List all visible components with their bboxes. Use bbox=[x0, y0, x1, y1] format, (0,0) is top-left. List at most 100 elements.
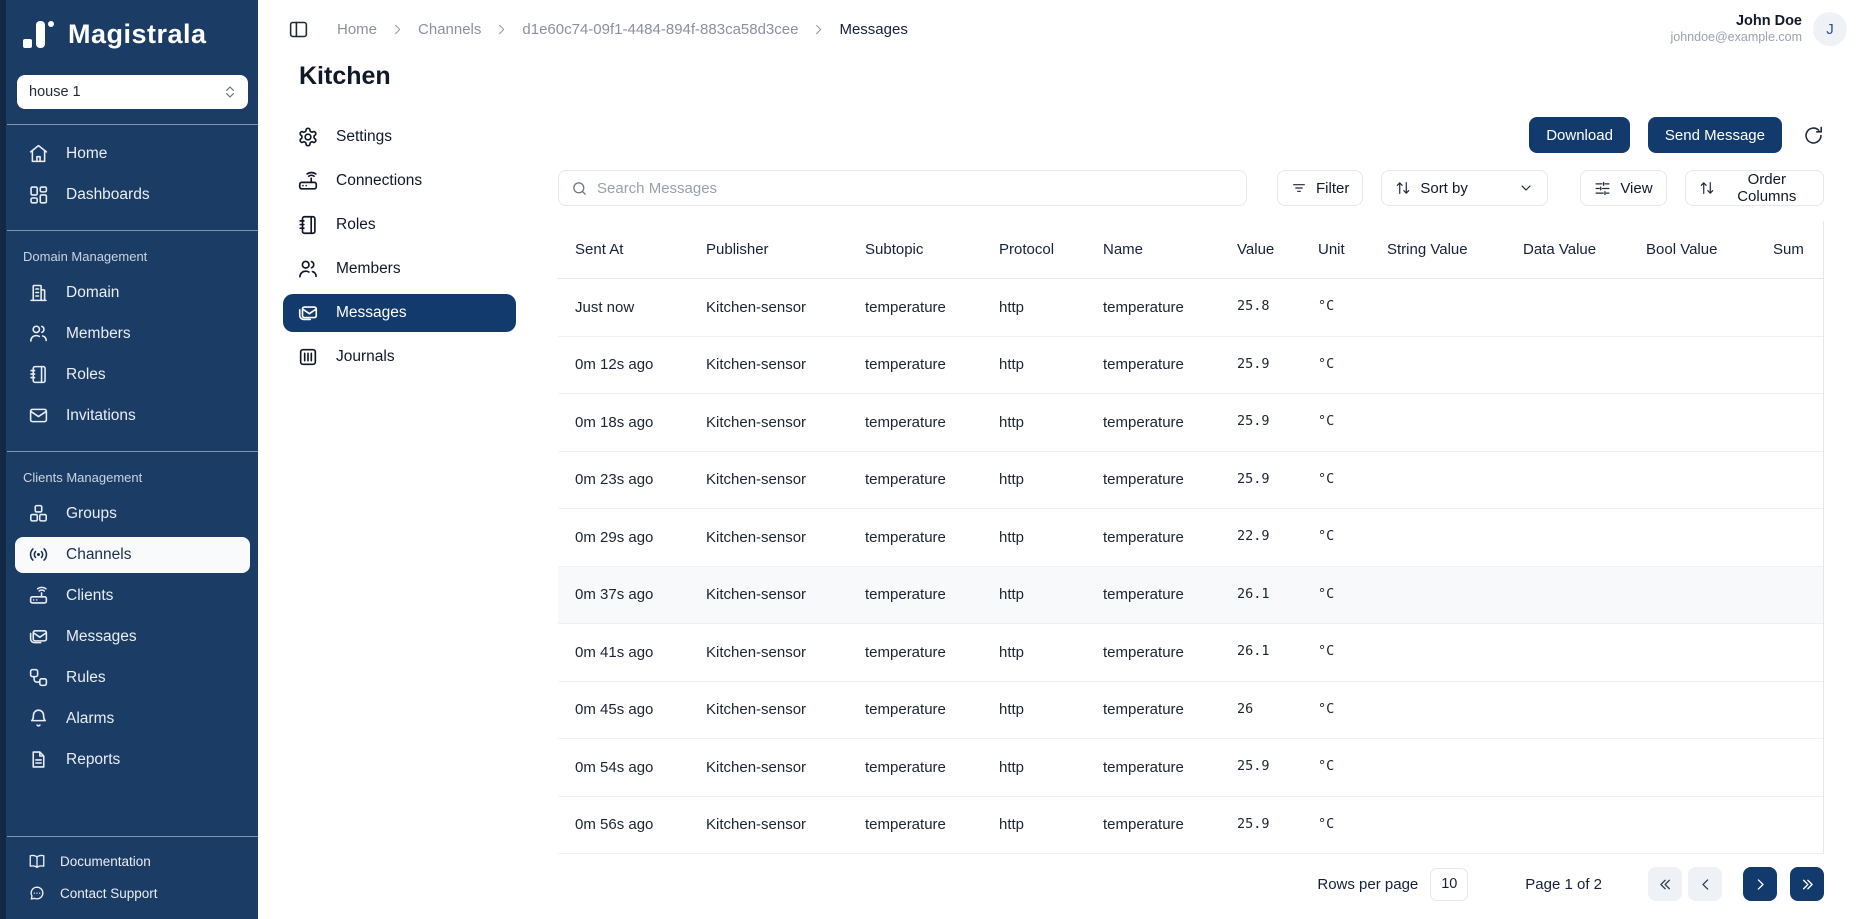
cell-subtopic: temperature bbox=[848, 452, 982, 509]
avatar[interactable]: J bbox=[1813, 12, 1847, 46]
previous-page-button[interactable] bbox=[1688, 867, 1722, 901]
radio-icon bbox=[27, 544, 49, 565]
table-row[interactable]: Just now Kitchen-sensor temperature http… bbox=[558, 279, 1823, 337]
column-header[interactable]: Protocol bbox=[982, 221, 1086, 278]
sidebar-item-messages[interactable]: Messages bbox=[15, 619, 250, 655]
cell-bool-value bbox=[1629, 337, 1756, 394]
sidebar-item-documentation[interactable]: Documentation bbox=[15, 847, 250, 875]
cell-subtopic: temperature bbox=[848, 279, 982, 336]
cell-sent-at: 0m 23s ago bbox=[558, 452, 689, 509]
sort-by-dropdown[interactable]: Sort by bbox=[1381, 170, 1548, 206]
sidebar-scrollbar[interactable] bbox=[0, 0, 6, 919]
table-row[interactable]: 0m 12s ago Kitchen-sensor temperature ht… bbox=[558, 337, 1823, 395]
sidebar-item-roles[interactable]: Roles bbox=[15, 357, 250, 393]
message-circle-icon bbox=[27, 884, 46, 902]
column-header[interactable]: Sent At bbox=[558, 221, 689, 278]
cell-subtopic: temperature bbox=[848, 509, 982, 566]
chevron-left-icon bbox=[1697, 876, 1714, 893]
sidebar-item-rules[interactable]: Rules bbox=[15, 660, 250, 696]
sidebar-item-domain[interactable]: Domain bbox=[15, 275, 250, 311]
download-button[interactable]: Download bbox=[1529, 117, 1630, 153]
router-icon bbox=[27, 585, 49, 606]
column-header[interactable]: String Value bbox=[1370, 221, 1506, 278]
table-row[interactable]: 0m 23s ago Kitchen-sensor temperature ht… bbox=[558, 452, 1823, 510]
subnav-item-connections[interactable]: Connections bbox=[283, 162, 516, 200]
view-button[interactable]: View bbox=[1580, 170, 1666, 206]
sidebar-item-alarms[interactable]: Alarms bbox=[15, 701, 250, 737]
cell-publisher: Kitchen-sensor bbox=[689, 394, 848, 451]
subnav-item-messages[interactable]: Messages bbox=[283, 294, 516, 332]
breadcrumb: Home Channels d1e60c74-09f1-4484-894f-88… bbox=[337, 21, 908, 38]
chevrons-left-icon bbox=[1657, 876, 1674, 893]
sidebar-clients-nav: Groups Channels Clients Messages bbox=[7, 493, 258, 780]
sidebar-domain-nav: Domain Members Roles Invitations bbox=[7, 272, 258, 436]
breadcrumb-item-channels: Channels bbox=[418, 21, 522, 38]
cell-publisher: Kitchen-sensor bbox=[689, 452, 848, 509]
table-row[interactable]: 0m 45s ago Kitchen-sensor temperature ht… bbox=[558, 682, 1823, 740]
column-header[interactable]: Subtopic bbox=[848, 221, 982, 278]
cell-value: 25.9 bbox=[1220, 336, 1301, 393]
table-row[interactable]: 0m 18s ago Kitchen-sensor temperature ht… bbox=[558, 394, 1823, 452]
cell-subtopic: temperature bbox=[848, 337, 982, 394]
cell-unit: °C bbox=[1301, 623, 1370, 680]
column-header[interactable]: Value bbox=[1220, 221, 1301, 278]
order-columns-button[interactable]: Order Columns bbox=[1685, 170, 1824, 206]
cell-value: 25.9 bbox=[1220, 738, 1301, 795]
user-meta: John Doe johndoe@example.com bbox=[1670, 13, 1802, 44]
cell-bool-value bbox=[1629, 452, 1756, 509]
column-header[interactable]: Name bbox=[1086, 221, 1220, 278]
cell-subtopic: temperature bbox=[848, 682, 982, 739]
sidebar-item-invitations[interactable]: Invitations bbox=[15, 398, 250, 434]
table-row[interactable]: 0m 56s ago Kitchen-sensor temperature ht… bbox=[558, 797, 1823, 855]
table-row[interactable]: 0m 41s ago Kitchen-sensor temperature ht… bbox=[558, 624, 1823, 682]
sidebar-item-members[interactable]: Members bbox=[15, 316, 250, 352]
workspace-selector[interactable]: house 1 bbox=[17, 75, 248, 109]
cell-protocol: http bbox=[982, 452, 1086, 509]
rows-per-page-input[interactable] bbox=[1430, 868, 1468, 901]
column-header[interactable]: Publisher bbox=[689, 221, 848, 278]
sidebar-item-groups[interactable]: Groups bbox=[15, 496, 250, 532]
sidebar-item-home[interactable]: Home bbox=[15, 136, 250, 172]
cell-data-value bbox=[1506, 394, 1629, 451]
search-input[interactable] bbox=[597, 180, 1234, 197]
cell-sent-at: 0m 54s ago bbox=[558, 739, 689, 796]
sidebar-item-reports[interactable]: Reports bbox=[15, 742, 250, 778]
cell-protocol: http bbox=[982, 682, 1086, 739]
subnav-item-members[interactable]: Members bbox=[283, 250, 516, 288]
next-page-button[interactable] bbox=[1743, 867, 1777, 901]
sidebar-toggle-button[interactable] bbox=[286, 17, 311, 42]
sidebar-item-clients[interactable]: Clients bbox=[15, 578, 250, 614]
cell-string-value bbox=[1370, 452, 1506, 509]
file-text-icon bbox=[27, 749, 49, 770]
last-page-button[interactable] bbox=[1790, 867, 1824, 901]
table-row[interactable]: 0m 37s ago Kitchen-sensor temperature ht… bbox=[558, 567, 1823, 625]
column-header[interactable]: Bool Value bbox=[1629, 221, 1756, 278]
column-header[interactable]: Data Value bbox=[1506, 221, 1629, 278]
subnav-item-roles[interactable]: Roles bbox=[283, 206, 516, 244]
first-page-button[interactable] bbox=[1648, 867, 1682, 901]
cell-bool-value bbox=[1629, 394, 1756, 451]
refresh-button[interactable] bbox=[1803, 125, 1824, 146]
sidebar-item-dashboards[interactable]: Dashboards bbox=[15, 177, 250, 213]
column-header[interactable]: Sum bbox=[1756, 221, 1823, 278]
filter-button[interactable]: Filter bbox=[1277, 170, 1363, 206]
column-header[interactable]: Unit bbox=[1301, 221, 1370, 278]
cell-sum bbox=[1756, 624, 1823, 681]
subnav-item-journals[interactable]: Journals bbox=[283, 338, 516, 376]
cell-protocol: http bbox=[982, 509, 1086, 566]
search-icon bbox=[571, 180, 588, 197]
sidebar-footer-nav: Documentation Contact Support bbox=[7, 845, 258, 909]
send-message-button[interactable]: Send Message bbox=[1648, 117, 1782, 153]
cell-value: 26 bbox=[1220, 681, 1301, 738]
cell-data-value bbox=[1506, 452, 1629, 509]
table-row[interactable]: 0m 29s ago Kitchen-sensor temperature ht… bbox=[558, 509, 1823, 567]
sidebar-item-contact-support[interactable]: Contact Support bbox=[15, 879, 250, 907]
subnav-item-settings[interactable]: Settings bbox=[283, 118, 516, 156]
cell-bool-value bbox=[1629, 624, 1756, 681]
router-icon bbox=[297, 170, 319, 192]
cell-publisher: Kitchen-sensor bbox=[689, 567, 848, 624]
cell-value: 25.8 bbox=[1220, 278, 1301, 335]
sidebar-item-channels[interactable]: Channels bbox=[15, 537, 250, 573]
users-icon bbox=[27, 323, 49, 344]
table-row[interactable]: 0m 54s ago Kitchen-sensor temperature ht… bbox=[558, 739, 1823, 797]
